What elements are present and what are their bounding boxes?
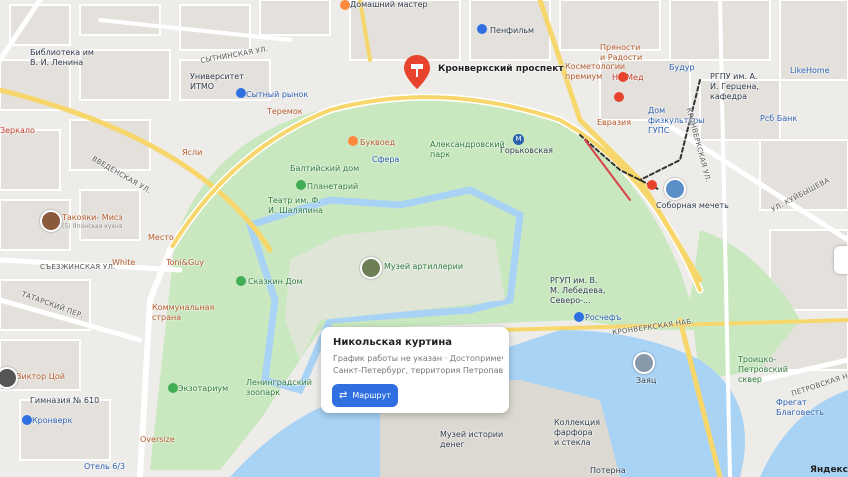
poi-dot[interactable] [236,276,246,286]
label-leningradsky-zoo[interactable]: Ленинградский зоопарк [246,378,316,398]
label-sfera[interactable]: Сфера [372,155,399,165]
poi-dot[interactable] [574,312,584,322]
label-yasli[interactable]: Ясли [182,148,202,158]
yandex-logo[interactable]: Яндекс [810,465,848,475]
label-sytny[interactable]: Сытный рынок [246,90,308,100]
label-gimnaziya[interactable]: Гимназия № 610 [30,396,99,406]
label-ekzotarium[interactable]: Экзотариум [178,384,228,394]
label-muzey-art[interactable]: Музей артиллерии [384,262,463,272]
label-gorkovskaya[interactable]: Горьковская [500,146,553,156]
label-troitsko[interactable]: Троицко- Петровский сквер [738,355,798,385]
label-oversize[interactable]: Oversize [140,435,175,445]
place-card[interactable]: Никольская куртина График работы не указ… [321,327,509,413]
label-zayats[interactable]: Заяц [636,376,656,386]
label-aleksandrovsky[interactable]: Александровский парк [430,140,505,160]
thumb-takoyaki[interactable] [40,210,62,232]
label-domashniy-master[interactable]: Домашний мастер [350,0,428,10]
label-skazkin[interactable]: Сказкин Дом [248,277,303,287]
poi-dot[interactable] [168,383,178,393]
thumb-muzey-art[interactable] [360,257,382,279]
route-icon: ⇄ [338,390,348,401]
label-mesto[interactable]: Место [148,233,174,243]
place-address: Санкт-Петербург, территория Петропавло..… [333,366,503,375]
thumb-zayats[interactable] [633,352,655,374]
poi-dot[interactable] [618,72,628,82]
label-rgpu[interactable]: РГПУ им. А. И. Герцена, кафедра [710,72,770,102]
label-kronverk[interactable]: Кронверк [32,416,72,426]
poi-dot[interactable] [296,180,306,190]
label-budur[interactable]: Будур [669,63,695,73]
place-title: Никольская куртина [333,337,452,348]
label-roschefs[interactable]: Росчефъ [585,313,621,323]
label-viktor-tsoy[interactable]: Виктор Цой [16,372,65,382]
poi-dot[interactable] [348,136,358,146]
label-bukvoed[interactable]: Буквоед [360,138,395,148]
label-pryanosti[interactable]: Пряности и Радости [600,43,650,63]
route-button-label: Маршрут [352,391,392,400]
label-teremok[interactable]: Теремок [267,107,303,117]
label-poterna[interactable]: Потерна [590,466,626,476]
poi-dot[interactable] [236,88,246,98]
thumb-mosque[interactable] [664,178,686,200]
label-takoyaki-sub: (5) Японская кухня [62,223,123,230]
label-kollektsiya[interactable]: Коллекция фарфора и стекла [554,418,610,448]
label-itmo[interactable]: Университет ИТМО [190,72,244,92]
poi-dot[interactable] [22,415,32,425]
label-sobornaya[interactable]: Соборная мечеть [656,201,729,211]
label-otel[interactable]: Отель 6/3 [84,462,125,472]
poi-dot[interactable] [614,92,624,102]
label-dom-fizkultury[interactable]: Дом физкультуры ГУПС [648,106,714,136]
poi-dot[interactable] [340,0,350,10]
label-fregat[interactable]: Фрегат Благовесть [776,398,836,418]
label-biblioteka[interactable]: Библиотека им В. И. Ленина [30,48,100,68]
label-planetary[interactable]: Планетарий [307,182,358,192]
label-kronverksky-pin[interactable]: Кронверкский проспект [438,64,564,74]
label-teatr[interactable]: Театр им. Ф. И. Шаляпина [268,196,334,216]
route-button[interactable]: ⇄ Маршрут [332,384,398,407]
label-muzey-deneg[interactable]: Музей истории денег [440,430,510,450]
label-toni[interactable]: Toni&Guy [166,258,204,268]
label-rsb[interactable]: Рсб Банк [760,114,797,124]
label-kommunalnaya[interactable]: Коммунальная страна [152,303,218,323]
poi-dot[interactable] [477,24,487,34]
label-likehome[interactable]: LikeHome [790,66,830,76]
place-hours: График работы не указан · Достопримеча..… [333,354,503,363]
label-evrazia[interactable]: Евразия [597,118,631,128]
metro-icon[interactable]: M [513,134,524,145]
label-rgup[interactable]: РГУП им. В. М. Лебедева, Северо-... [550,276,606,306]
poi-dot[interactable] [647,180,657,190]
label-zerkalo[interactable]: Зеркало [0,126,35,136]
location-pin-icon[interactable] [404,55,430,89]
map-side-control[interactable] [834,246,848,274]
label-syezhinskaya: СЪЕЗЖИНСКАЯ УЛ. [40,263,116,271]
label-baltiysky[interactable]: Балтийский дом [290,164,359,174]
label-penfilm[interactable]: Пенфильм [490,26,534,36]
